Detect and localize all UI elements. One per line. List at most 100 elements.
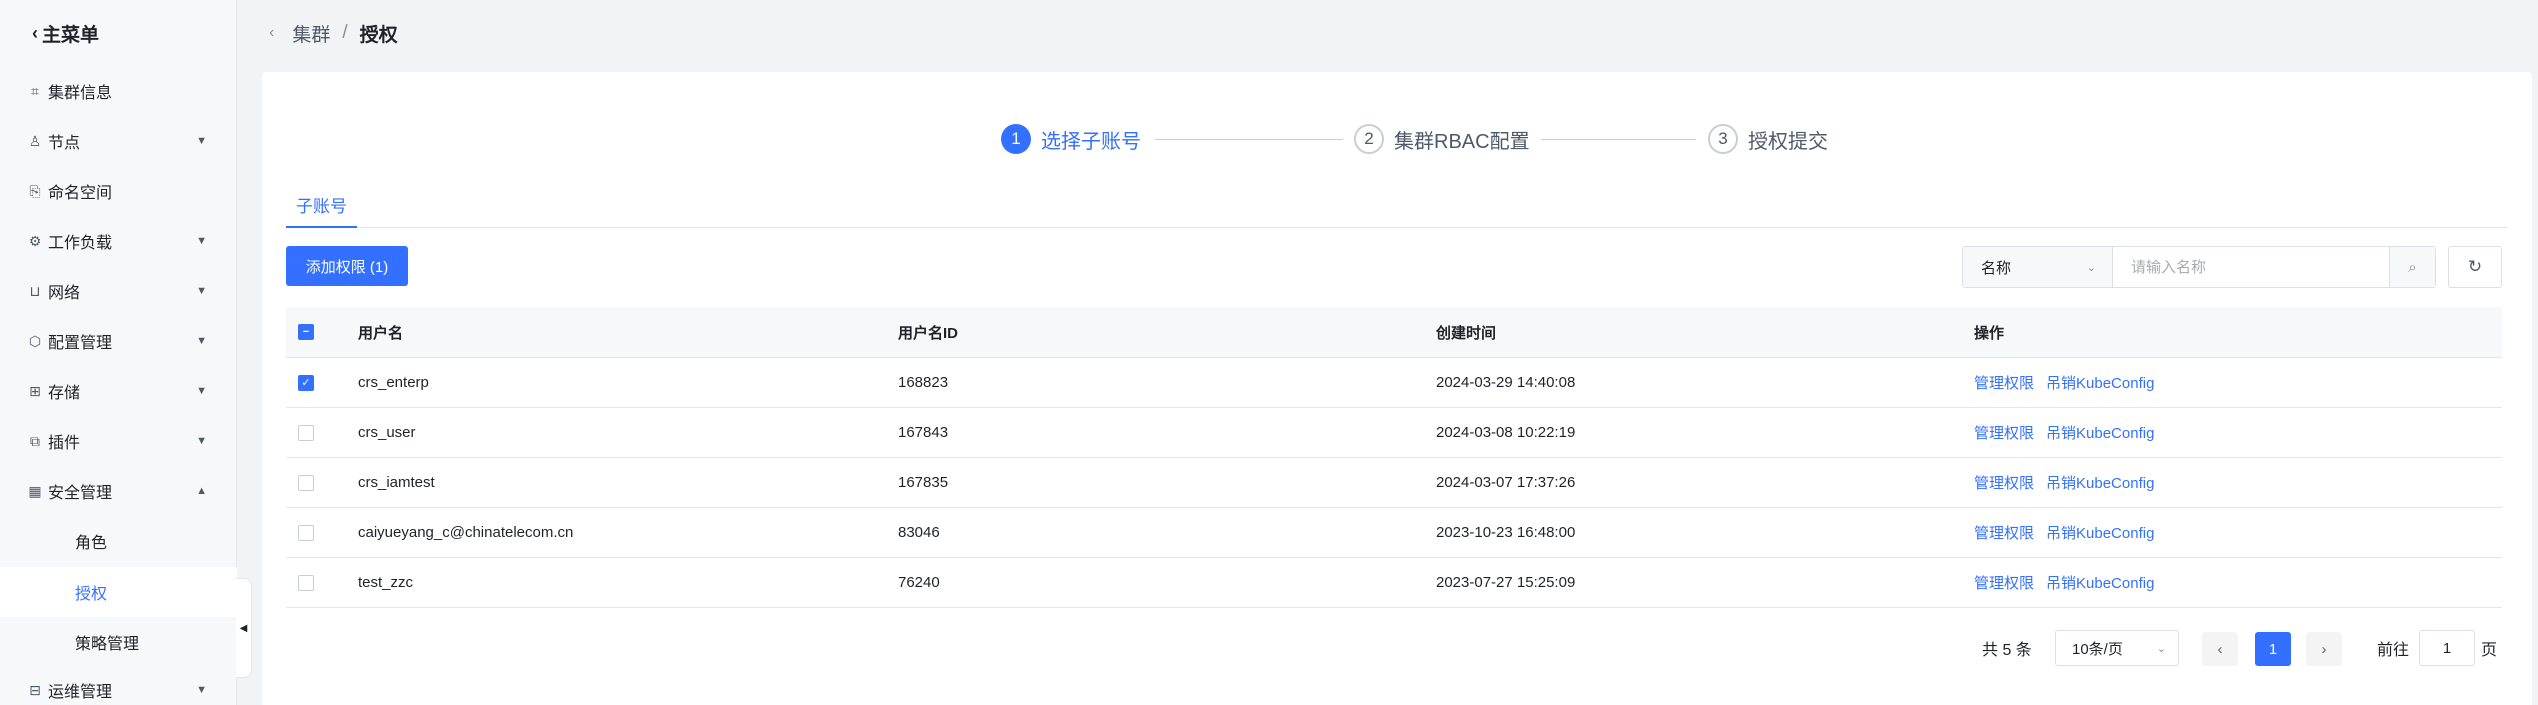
manage-permission-link[interactable]: 管理权限 — [1974, 422, 2034, 443]
workload-icon: ⚙ — [28, 232, 42, 249]
sidebar-item-label: 集群信息 — [48, 85, 113, 102]
tab-bar: 子账号 — [286, 182, 2508, 228]
tab-sub-account[interactable]: 子账号 — [286, 182, 357, 228]
select-all-checkbox[interactable]: − — [298, 324, 314, 340]
refresh-button[interactable]: ↻ — [2448, 246, 2502, 288]
username-cell: caiyueyang_c@chinatelecom.cn — [358, 524, 574, 541]
sidebar-item-label: 安全管理 — [48, 485, 113, 502]
manage-permission-link[interactable]: 管理权限 — [1974, 372, 2034, 393]
row-check-cell — [298, 508, 314, 557]
manage-permission-link[interactable]: 管理权限 — [1974, 522, 2034, 543]
revoke-kubeconfig-link[interactable]: 吊销KubeConfig — [2046, 572, 2154, 593]
network-icon: ⊔ — [29, 282, 41, 299]
row-check-cell: ✓ — [298, 358, 314, 407]
search-field-select[interactable]: 名称 ⌄ — [1963, 247, 2113, 287]
step-label: 集群RBAC配置 — [1394, 130, 1530, 153]
column-header-username: 用户名 — [358, 324, 404, 342]
userid-cell: 76240 — [898, 574, 940, 591]
step-connector — [1155, 139, 1343, 140]
revoke-kubeconfig-link[interactable]: 吊销KubeConfig — [2046, 522, 2154, 543]
sidebar-item-security[interactable]: ▦ 安全管理 ▲ — [0, 466, 237, 516]
sidebar: ‹ 主菜单 ⌗ 集群信息 ♙ 节点 ▼ ⎘ 命名空间 ⚙ 工作负载 ▼ ⊔ 网络… — [0, 0, 237, 705]
actions-cell: 管理权限 吊销KubeConfig — [1974, 408, 2166, 457]
sidebar-item-plugin[interactable]: ⧉ 插件 ▼ — [0, 416, 237, 466]
next-page-button[interactable]: › — [2306, 632, 2342, 666]
table-row: ✓ crs_enterp 168823 2024-03-29 14:40:08 … — [286, 358, 2502, 408]
revoke-kubeconfig-link[interactable]: 吊销KubeConfig — [2046, 472, 2154, 493]
main-menu-back[interactable]: ‹ 主菜单 — [0, 0, 236, 66]
username-cell: test_zzc — [358, 574, 414, 591]
ops-icon: ⊟ — [29, 681, 41, 698]
table-row: crs_user 167843 2024-03-08 10:22:19 管理权限… — [286, 408, 2502, 458]
prev-page-button[interactable]: ‹ — [2202, 632, 2238, 666]
manage-permission-link[interactable]: 管理权限 — [1974, 572, 2034, 593]
chevron-left-icon: ‹ — [2217, 640, 2223, 658]
namespace-icon: ⎘ — [29, 182, 41, 199]
caret-up-icon: ▲ — [196, 485, 207, 497]
row-check-cell — [298, 408, 314, 457]
username-cell: crs_iamtest — [358, 474, 435, 491]
sidebar-subitem-label: 策略管理 — [75, 636, 140, 653]
search-button[interactable]: ⌕ — [2389, 247, 2435, 287]
step-2: 2 集群RBAC配置 — [1354, 122, 1530, 156]
userid-cell: 168823 — [898, 374, 949, 391]
row-checkbox[interactable] — [298, 524, 314, 541]
userid-cell: 83046 — [898, 524, 940, 541]
back-chevron-icon[interactable]: ‹ — [269, 24, 274, 42]
revoke-kubeconfig-link[interactable]: 吊销KubeConfig — [2046, 372, 2154, 393]
add-permission-button[interactable]: 添加权限 (1) — [286, 246, 408, 286]
caret-down-icon: ▼ — [196, 435, 207, 447]
sidebar-collapse-handle[interactable]: ◀ — [236, 578, 252, 678]
sidebar-subitem-role[interactable]: 角色 — [0, 516, 237, 566]
row-checkbox[interactable]: ✓ — [298, 374, 314, 391]
select-all-cell: − — [298, 307, 314, 357]
sidebar-item-nodes[interactable]: ♙ 节点 ▼ — [0, 116, 237, 166]
column-header-userid: 用户名ID — [898, 324, 959, 342]
caret-down-icon: ▼ — [196, 335, 207, 347]
caret-down-icon: ▼ — [196, 684, 207, 696]
page-jump-input[interactable] — [2419, 630, 2476, 666]
page-size-value: 10条/页 — [2072, 640, 2123, 658]
created-cell: 2024-03-08 10:22:19 — [1436, 424, 1576, 441]
revoke-kubeconfig-link[interactable]: 吊销KubeConfig — [2046, 422, 2154, 443]
sidebar-item-config[interactable]: ⬡ 配置管理 ▼ — [0, 316, 237, 366]
breadcrumb: ‹ 集群 / 授权 — [253, 0, 2538, 66]
page-size-select[interactable]: 10条/页 ⌄ — [2055, 630, 2179, 666]
table-row: test_zzc 76240 2023-07-27 15:25:09 管理权限 … — [286, 558, 2502, 608]
sidebar-item-cluster-info[interactable]: ⌗ 集群信息 — [0, 66, 237, 116]
page-jump: 前往 页 — [2377, 630, 2497, 666]
step-number: 2 — [1354, 124, 1384, 154]
sidebar-subitem-policy[interactable]: 策略管理 — [0, 617, 237, 667]
sidebar-item-network[interactable]: ⊔ 网络 ▼ — [0, 266, 237, 316]
created-cell: 2024-03-29 14:40:08 — [1436, 374, 1576, 391]
goto-prefix: 前往 — [2377, 642, 2410, 659]
chevron-down-icon: ⌄ — [2086, 261, 2096, 274]
sidebar-subitem-authorization[interactable]: 授权 — [0, 567, 237, 617]
manage-permission-link[interactable]: 管理权限 — [1974, 472, 2034, 493]
step-3: 3 授权提交 — [1708, 122, 1828, 156]
chevron-right-icon: › — [2321, 640, 2327, 658]
sidebar-item-label: 运维管理 — [48, 684, 113, 701]
sidebar-item-ops[interactable]: ⊟ 运维管理 ▼ — [0, 665, 237, 705]
pagination-total: 共 5 条 — [1982, 642, 2032, 659]
step-label: 授权提交 — [1748, 130, 1828, 153]
chevron-left-icon: ‹ — [32, 22, 38, 43]
row-checkbox[interactable] — [298, 424, 314, 441]
main-card: 1 选择子账号 2 集群RBAC配置 3 授权提交 子账号 添加权限 (1) 名… — [262, 72, 2532, 705]
sidebar-item-namespace[interactable]: ⎘ 命名空间 — [0, 166, 237, 216]
step-connector — [1541, 139, 1696, 140]
refresh-icon: ↻ — [2467, 257, 2483, 276]
userid-cell: 167835 — [898, 474, 949, 491]
sidebar-item-storage[interactable]: ⊞ 存储 ▼ — [0, 366, 237, 416]
row-checkbox[interactable] — [298, 574, 314, 591]
breadcrumb-parent[interactable]: 集群 — [292, 20, 330, 47]
row-checkbox[interactable] — [298, 474, 314, 491]
caret-down-icon: ▼ — [196, 285, 207, 297]
sidebar-item-label: 网络 — [48, 285, 81, 302]
table-header-row: − 用户名 用户名ID 创建时间 操作 — [286, 307, 2502, 358]
search-input[interactable] — [2113, 247, 2389, 287]
sidebar-item-workload[interactable]: ⚙ 工作负载 ▼ — [0, 216, 237, 266]
actions-cell: 管理权限 吊销KubeConfig — [1974, 508, 2166, 557]
table-row: crs_iamtest 167835 2024-03-07 17:37:26 管… — [286, 458, 2502, 508]
page-number-button[interactable]: 1 — [2255, 632, 2291, 666]
